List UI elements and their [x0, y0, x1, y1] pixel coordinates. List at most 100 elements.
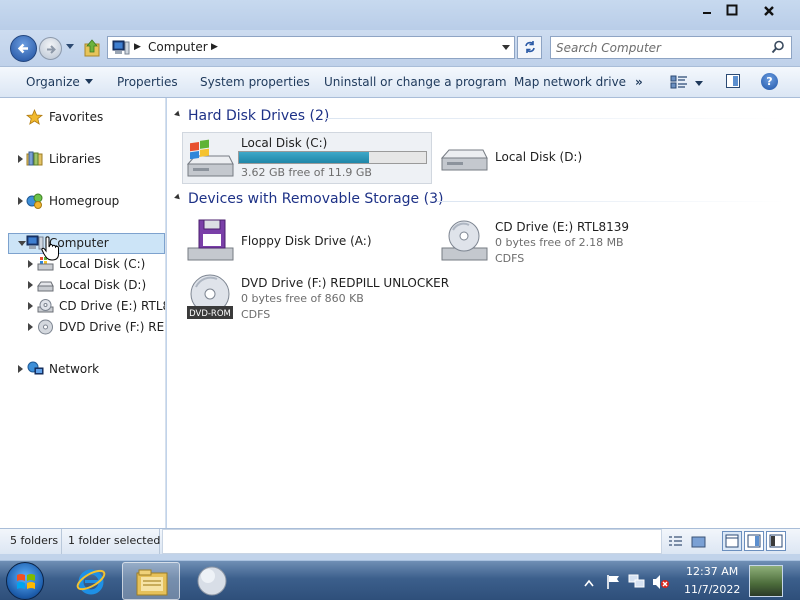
- expand-arrow-icon[interactable]: [18, 197, 23, 205]
- clock-time[interactable]: 12:37 AM: [686, 565, 738, 578]
- drive-name: Local Disk (C:): [241, 136, 328, 150]
- collapse-group-icon[interactable]: [174, 193, 182, 202]
- show-hidden-icons-button[interactable]: [584, 576, 594, 590]
- group-divider: [437, 201, 785, 202]
- nav-item-favorites[interactable]: Favorites: [26, 108, 165, 126]
- nav-label: DVD Drive (F:) REDPILL UNLOCKER: [59, 320, 165, 334]
- refresh-icon: [524, 41, 535, 53]
- nav-item-local-disk-d[interactable]: Local Disk (D:): [28, 276, 165, 294]
- status-item-count: 5 folders: [6, 529, 62, 554]
- nav-item-homegroup[interactable]: Homegroup: [18, 192, 165, 210]
- close-button[interactable]: [757, 2, 781, 22]
- drive-name: DVD Drive (F:) REDPILL UNLOCKER: [241, 276, 450, 290]
- view-options-dropdown-icon[interactable]: [695, 81, 703, 86]
- map-network-drive-button[interactable]: Map network drive: [514, 75, 626, 89]
- more-commands-button[interactable]: »: [635, 75, 643, 89]
- group-header-removable[interactable]: Devices with Removable Storage (3): [174, 191, 443, 207]
- taskbar-internet-explorer[interactable]: [62, 562, 120, 600]
- hard-drive-icon: [440, 149, 488, 171]
- forward-button[interactable]: [39, 37, 62, 60]
- content-view-icon: [769, 534, 783, 548]
- recent-pages-dropdown[interactable]: [66, 44, 74, 49]
- floppy-drive-icon: [187, 219, 234, 261]
- nav-label: Network: [49, 362, 100, 376]
- show-desktop-button[interactable]: [749, 565, 783, 597]
- hard-drive-icon: [37, 281, 54, 292]
- group-header-hard-disks[interactable]: Hard Disk Drives (2): [174, 108, 329, 124]
- collapse-group-icon[interactable]: [174, 110, 182, 119]
- address-box[interactable]: ▶ Computer ▶: [107, 36, 515, 59]
- up-folder-icon[interactable]: [83, 38, 101, 58]
- drive-tile-c[interactable]: Local Disk (C:) 3.62 GB free of 11.9 GB: [185, 134, 435, 184]
- content-pane: Hard Disk Drives (2) Local Disk (C:) 3.6…: [167, 98, 800, 528]
- group-divider: [325, 118, 785, 119]
- organize-button[interactable]: Organize: [26, 75, 93, 89]
- drive-tile-floppy[interactable]: Floppy Disk Drive (A:): [185, 218, 435, 268]
- expand-arrow-icon[interactable]: [18, 155, 23, 163]
- expand-arrow-icon[interactable]: [28, 302, 33, 310]
- taskbar-disc-app[interactable]: [183, 562, 241, 600]
- navigation-pane: Favorites Libraries Homegroup Computer L…: [0, 98, 166, 528]
- drive-free-space: 3.62 GB free of 11.9 GB: [241, 166, 372, 179]
- back-arrow-icon: [17, 43, 28, 54]
- change-view-icon[interactable]: [670, 74, 688, 90]
- minimize-button[interactable]: [695, 2, 719, 22]
- nav-item-libraries[interactable]: Libraries: [18, 150, 165, 168]
- taskbar-windows-explorer[interactable]: [122, 562, 180, 600]
- star-icon: [26, 109, 43, 125]
- properties-button[interactable]: Properties: [117, 75, 178, 89]
- maximize-button[interactable]: [720, 2, 744, 22]
- back-button[interactable]: [10, 35, 37, 62]
- address-history-dropdown[interactable]: [502, 45, 510, 50]
- collapse-arrow-icon[interactable]: [18, 241, 26, 246]
- expand-arrow-icon[interactable]: [28, 323, 33, 331]
- expand-arrow-icon[interactable]: [28, 281, 33, 289]
- organize-label: Organize: [26, 75, 80, 89]
- drive-tile-d[interactable]: Local Disk (D:): [439, 134, 689, 184]
- command-bar: Organize Properties System properties Un…: [0, 66, 800, 98]
- cd-drive-icon: [441, 220, 488, 261]
- hand-cursor-icon: [41, 236, 59, 261]
- homegroup-icon: [26, 193, 43, 209]
- preview-pane-button[interactable]: [726, 74, 740, 88]
- nav-item-cd-drive-e[interactable]: CD Drive (E:) RTL8139: [28, 297, 165, 315]
- search-box[interactable]: [550, 36, 792, 59]
- breadcrumb-separator-icon[interactable]: ▶: [134, 42, 141, 52]
- clock-date[interactable]: 11/7/2022: [684, 583, 740, 596]
- action-center-icon[interactable]: [606, 574, 622, 593]
- nav-item-dvd-drive-f[interactable]: DVD Drive (F:) REDPILL UNLOCKER: [28, 318, 165, 336]
- content-view-button[interactable]: [766, 531, 786, 551]
- address-bar-row: ▶ Computer ▶: [0, 30, 800, 66]
- drive-tile-cd[interactable]: CD Drive (E:) RTL8139 0 bytes free of 2.…: [439, 218, 689, 268]
- start-button[interactable]: [6, 562, 44, 600]
- expand-arrow-icon[interactable]: [18, 365, 23, 373]
- breadcrumb-separator-icon[interactable]: ▶: [211, 42, 218, 52]
- system-properties-button[interactable]: System properties: [200, 75, 310, 89]
- volume-muted-icon[interactable]: [652, 574, 670, 593]
- status-selection: 1 folder selected: [64, 529, 160, 554]
- drive-file-system: CDFS: [241, 308, 271, 321]
- libraries-icon: [26, 151, 43, 166]
- chevron-down-icon: [84, 79, 93, 84]
- network-status-icon[interactable]: [628, 574, 646, 593]
- tiles-view-button[interactable]: [744, 531, 764, 551]
- computer-icon: [112, 40, 130, 55]
- drive-tile-dvd[interactable]: DVD-ROM DVD Drive (F:) REDPILL UNLOCKER …: [185, 274, 449, 324]
- tiles-view-icon: [747, 534, 761, 548]
- details-view-button[interactable]: [722, 531, 742, 551]
- title-bar[interactable]: [0, 0, 800, 30]
- search-icon[interactable]: [771, 40, 785, 54]
- uninstall-program-button[interactable]: Uninstall or change a program: [324, 75, 507, 89]
- search-input[interactable]: [556, 39, 766, 56]
- drive-free-space: 0 bytes free of 860 KB: [241, 292, 364, 305]
- network-icon: [27, 361, 44, 375]
- refresh-button[interactable]: [517, 36, 542, 59]
- expand-arrow-icon[interactable]: [28, 260, 33, 268]
- breadcrumb-computer[interactable]: Computer: [148, 40, 208, 54]
- dvd-disc-icon: [38, 319, 53, 335]
- help-button[interactable]: ?: [761, 73, 778, 90]
- nav-item-network[interactable]: Network: [18, 360, 165, 378]
- drive-file-system: CDFS: [495, 252, 525, 265]
- status-details: [162, 529, 662, 554]
- chevron-up-icon: [584, 579, 594, 587]
